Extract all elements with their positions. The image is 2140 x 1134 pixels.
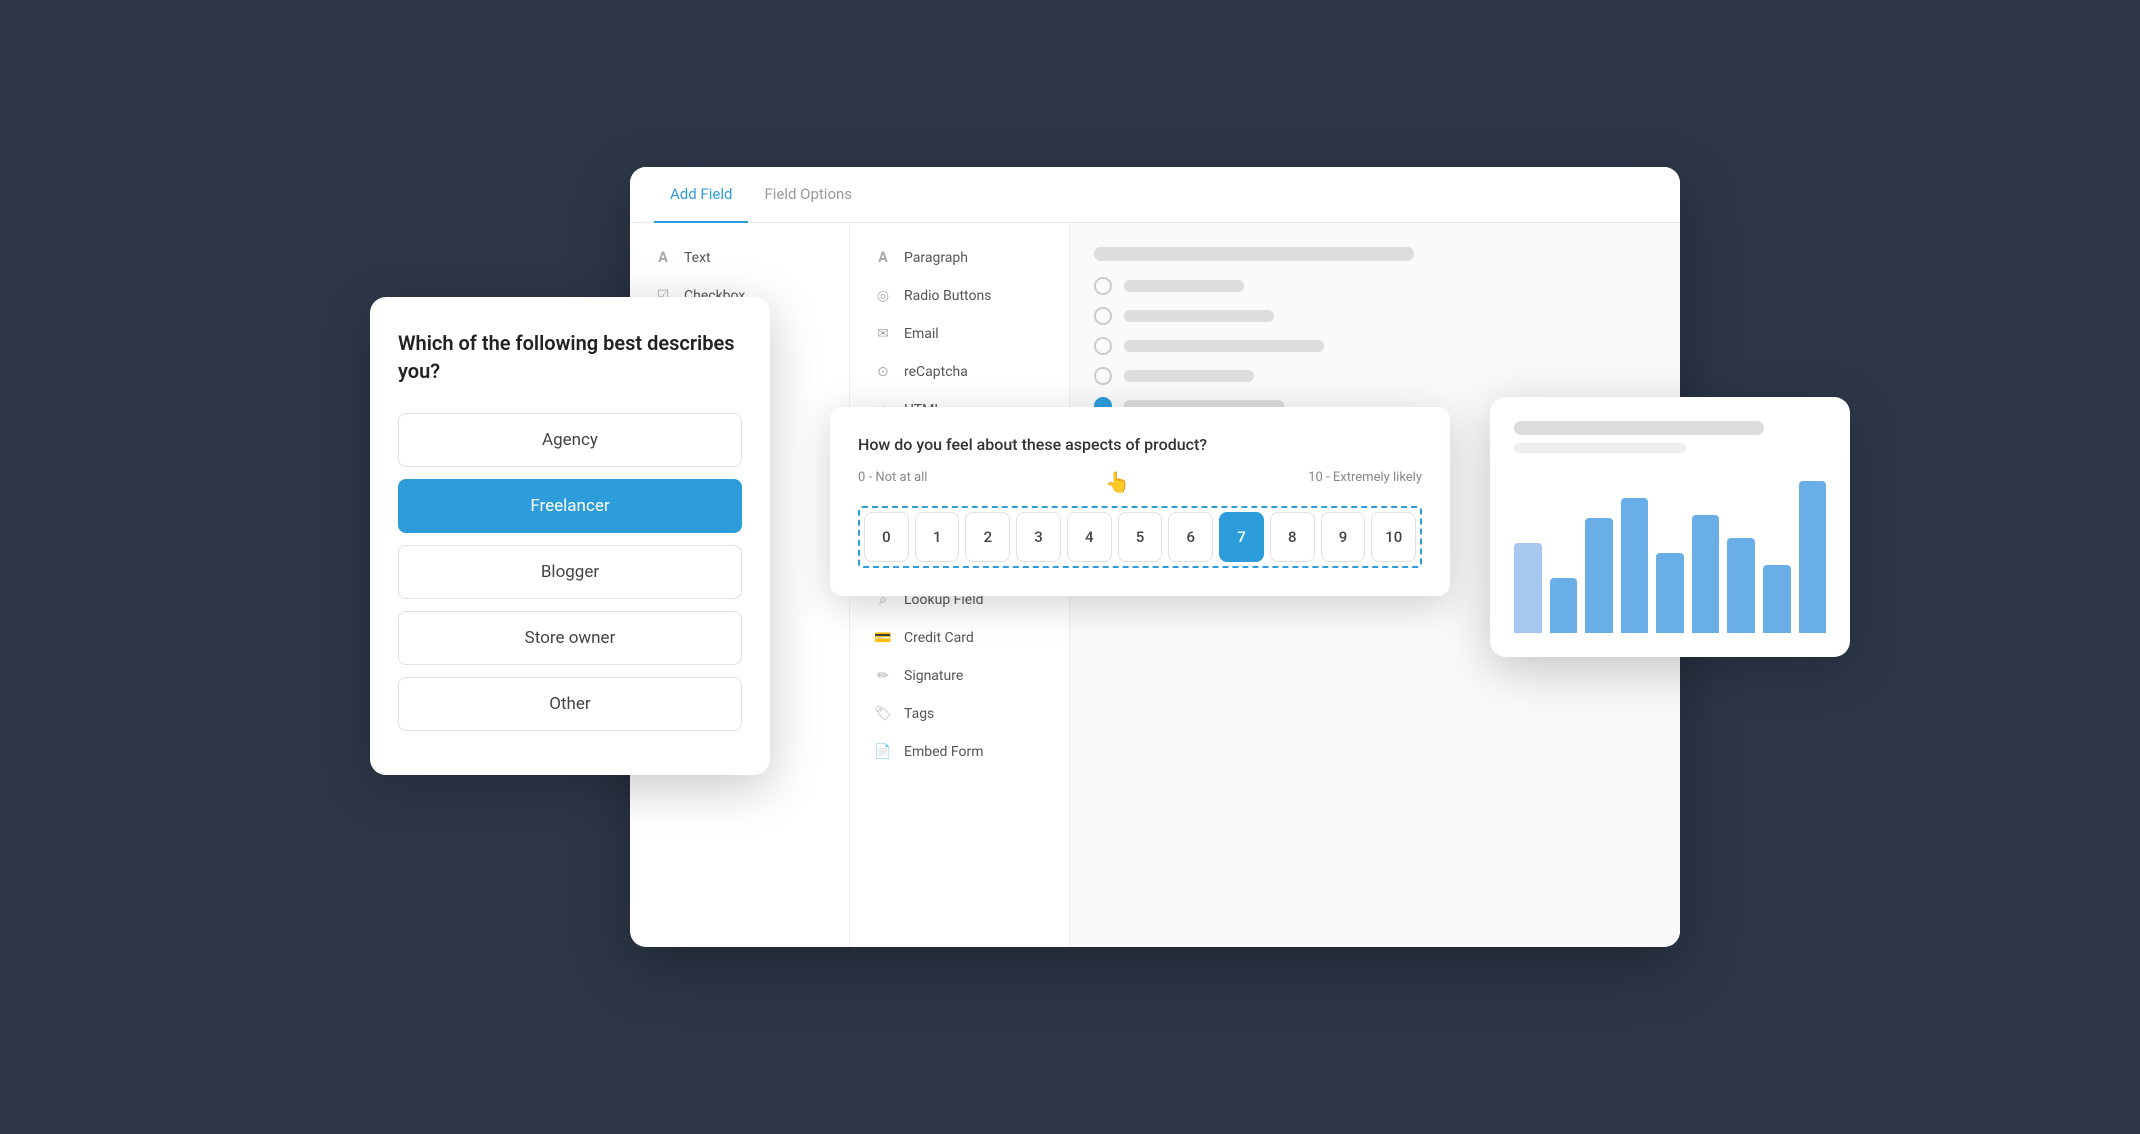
chart-bar-7 [1727,538,1755,633]
field-item-embedform[interactable]: 📄 Embed Form [850,733,1069,771]
radio-bar-2 [1124,310,1274,322]
field-label-email: Email [904,326,939,342]
field-item-recaptcha[interactable]: ⊙ reCaptcha [850,353,1069,391]
panel-tabs: Add Field Field Options [630,167,1680,223]
nps-btn-10[interactable]: 10 [1371,512,1416,562]
chart-bar-5 [1656,553,1684,633]
chart-bar-9 [1799,481,1827,633]
preview-bar-1 [1094,247,1414,261]
radio-bar-4 [1124,370,1254,382]
nps-btn-1[interactable]: 1 [915,512,960,562]
radio-circle-2 [1094,307,1112,325]
text-icon: 𝐀 [654,249,672,267]
radio-row-1 [1094,277,1656,295]
nps-widget: How do you feel about these aspects of p… [830,407,1450,596]
radio-row-3 [1094,337,1656,355]
nps-btn-6[interactable]: 6 [1168,512,1213,562]
field-label-creditcard: Credit Card [904,630,974,646]
paragraph-icon: 𝐀 [874,249,892,267]
chart-subtitle-bar [1514,443,1686,453]
nps-dashed-container: 0 1 2 3 4 5 6 7 8 9 10 [858,506,1422,568]
nps-btn-4[interactable]: 4 [1067,512,1112,562]
radio-circle-1 [1094,277,1112,295]
survey-option-other[interactable]: Other [398,677,742,731]
nps-numbers: 0 1 2 3 4 5 6 7 8 9 10 [864,512,1416,562]
survey-option-blogger[interactable]: Blogger [398,545,742,599]
radio-icon: ◎ [874,287,892,305]
nps-btn-0[interactable]: 0 [864,512,909,562]
chart-card [1490,397,1850,657]
nps-btn-9[interactable]: 9 [1321,512,1366,562]
tab-field-options[interactable]: Field Options [748,167,868,223]
survey-question: Which of the following best describes yo… [398,329,742,385]
nps-label-right: 10 - Extremely likely [1308,470,1422,494]
signature-icon: ✏ [874,667,892,685]
field-item-tags[interactable]: 🏷 Tags [850,695,1069,733]
radio-circle-3 [1094,337,1112,355]
tags-icon: 🏷 [874,705,892,723]
field-item-paragraph[interactable]: 𝐀 Paragraph [850,239,1069,277]
field-label-text: Text [684,250,711,266]
chart-bar-6 [1692,515,1720,633]
nps-question: How do you feel about these aspects of p… [858,435,1422,454]
field-item-creditcard[interactable]: 💳 Credit Card [850,619,1069,657]
radio-row-2 [1094,307,1656,325]
tab-add-field[interactable]: Add Field [654,167,748,223]
field-item-text[interactable]: 𝐀 Text [630,239,849,277]
chart-bar-4 [1621,498,1649,633]
field-item-signature[interactable]: ✏ Signature [850,657,1069,695]
chart-bar-3 [1585,518,1613,633]
nps-btn-8[interactable]: 8 [1270,512,1315,562]
radio-circle-4 [1094,367,1112,385]
radio-bar-1 [1124,280,1244,292]
embedform-icon: 📄 [874,743,892,761]
chart-bars [1514,473,1826,633]
survey-option-freelancer[interactable]: Freelancer [398,479,742,533]
field-label-recaptcha: reCaptcha [904,364,968,380]
survey-option-agency[interactable]: Agency [398,413,742,467]
field-label-radio: Radio Buttons [904,288,991,304]
chart-bar-1 [1514,543,1542,633]
nps-btn-7[interactable]: 7 [1219,512,1264,562]
field-label-tags: Tags [904,706,934,722]
field-label-embedform: Embed Form [904,744,984,760]
field-label-paragraph: Paragraph [904,250,968,266]
recaptcha-icon: ⊙ [874,363,892,381]
nps-cursor-hand: 👆 [1105,470,1130,494]
survey-option-storeowner[interactable]: Store owner [398,611,742,665]
nps-labels: 0 - Not at all 👆 10 - Extremely likely [858,470,1422,494]
chart-bar-8 [1763,565,1791,633]
chart-bar-2 [1550,578,1578,633]
radio-bar-3 [1124,340,1324,352]
field-item-radio[interactable]: ◎ Radio Buttons [850,277,1069,315]
email-icon: ✉ [874,325,892,343]
survey-card: Which of the following best describes yo… [370,297,770,775]
nps-btn-5[interactable]: 5 [1118,512,1163,562]
chart-title-bar [1514,421,1764,435]
scene: Add Field Field Options 𝐀 Text ☑ Checkbo… [370,117,1770,1017]
creditcard-icon: 💳 [874,629,892,647]
nps-label-left: 0 - Not at all [858,470,927,494]
nps-btn-3[interactable]: 3 [1016,512,1061,562]
field-item-email[interactable]: ✉ Email [850,315,1069,353]
nps-btn-2[interactable]: 2 [965,512,1010,562]
field-label-signature: Signature [904,668,963,684]
radio-row-4 [1094,367,1656,385]
